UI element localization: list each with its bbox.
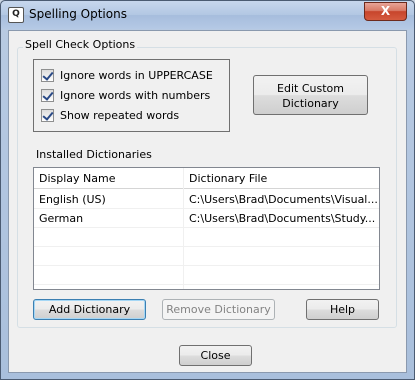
add-dictionary-button[interactable]: Add Dictionary	[33, 299, 146, 320]
window-title: Spelling Options	[29, 7, 127, 21]
column-header-display-name[interactable]: Display Name	[39, 172, 116, 185]
checkbox-checked[interactable]	[41, 88, 54, 102]
title-bar[interactable]: Q Spelling Options X	[1, 1, 414, 29]
button-label-line2: Dictionary	[282, 97, 339, 110]
option-label: Ignore words with numbers	[60, 88, 211, 102]
remove-dictionary-button[interactable]: Remove Dictionary	[162, 299, 275, 320]
installed-dictionaries-label: Installed Dictionaries	[36, 148, 152, 161]
cell-display-name: German	[39, 212, 84, 225]
cell-dictionary-file: C:\Users\Brad\Documents\Visual...	[189, 193, 377, 206]
table-row-empty	[34, 266, 379, 285]
option-label: Ignore words in UPPERCASE	[60, 68, 213, 82]
column-header-dictionary-file[interactable]: Dictionary File	[189, 172, 267, 185]
checkbox-checked[interactable]	[41, 108, 54, 122]
button-label-line1: Edit Custom	[277, 82, 344, 95]
close-button[interactable]: Close	[179, 345, 252, 366]
edit-custom-dictionary-button[interactable]: Edit Custom Dictionary	[253, 75, 368, 115]
app-icon: Q	[8, 7, 24, 23]
list-header: Display Name Dictionary File	[34, 168, 379, 189]
cell-display-name: English (US)	[39, 193, 106, 206]
cell-dictionary-file: C:\Users\Brad\Documents\Study...	[189, 212, 376, 225]
dictionaries-list[interactable]: Display Name Dictionary File English (US…	[33, 167, 380, 290]
option-ignore-numbers[interactable]: Ignore words with numbers	[41, 87, 210, 103]
close-window-button[interactable]: X	[364, 2, 407, 21]
option-label: Show repeated words	[60, 108, 180, 122]
group-title: Spell Check Options	[23, 38, 138, 51]
table-row-empty	[34, 228, 379, 247]
table-row-empty	[34, 247, 379, 266]
help-button[interactable]: Help	[306, 299, 379, 320]
table-row[interactable]: English (US) C:\Users\Brad\Documents\Vis…	[34, 190, 379, 209]
option-ignore-uppercase[interactable]: Ignore words in UPPERCASE	[41, 67, 213, 83]
option-show-repeated[interactable]: Show repeated words	[41, 107, 179, 123]
checkbox-checked[interactable]	[41, 68, 54, 82]
table-row[interactable]: German C:\Users\Brad\Documents\Study...	[34, 209, 379, 228]
